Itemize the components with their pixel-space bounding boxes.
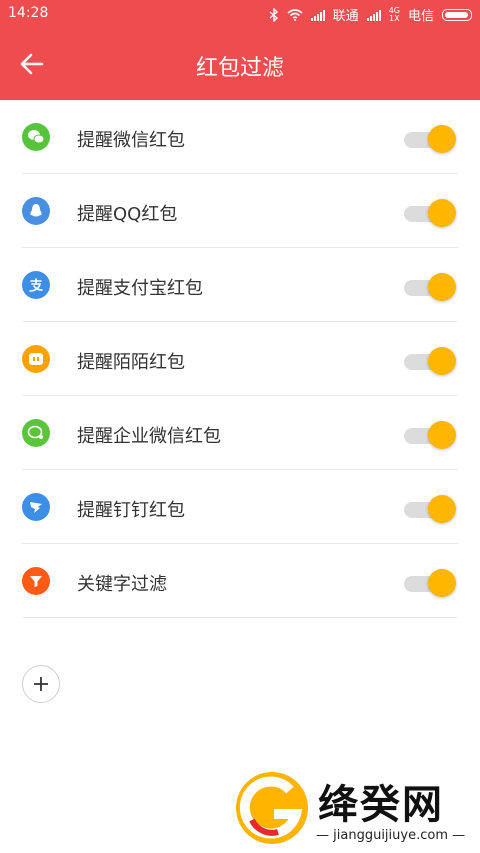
toggle-switch[interactable]: [404, 495, 456, 523]
status-bar: 14:28 联通 4G 1X 电信: [0, 0, 480, 28]
battery-icon: [442, 8, 472, 21]
page-title: 红包过滤: [195, 56, 284, 81]
signal-icon-2: [366, 9, 381, 21]
dingtalk-icon: [22, 493, 50, 521]
list-item-wechat: 提醒微信红包: [0, 100, 480, 174]
add-button[interactable]: [22, 665, 60, 703]
item-label: 提醒陌陌红包: [77, 352, 185, 373]
list-item-keyword-filter: 关键字过滤: [0, 544, 480, 618]
filter-list: 提醒微信红包 提醒QQ红包 提醒支付宝红包 提醒陌陌红包 提醒企业微信红包 提醒: [0, 100, 480, 618]
item-label: 关键字过滤: [77, 574, 167, 595]
signal-icon: [310, 9, 325, 21]
list-item-momo: 提醒陌陌红包: [0, 322, 480, 396]
wechat-icon: [22, 123, 50, 151]
item-label: 提醒支付宝红包: [77, 278, 203, 299]
status-time: 14:28: [8, 5, 49, 21]
plus-icon: [34, 677, 48, 691]
momo-icon: [22, 345, 50, 373]
filter-icon: [22, 567, 50, 595]
alipay-icon: [22, 271, 50, 299]
toggle-switch[interactable]: [404, 347, 456, 375]
network-type: 4G 1X: [388, 5, 400, 23]
toggle-switch[interactable]: [404, 199, 456, 227]
carrier-2: 电信: [407, 9, 434, 24]
bluetooth-icon: [269, 7, 278, 22]
qq-icon: [22, 197, 50, 225]
item-label: 提醒微信红包: [77, 130, 185, 151]
toggle-switch[interactable]: [404, 125, 456, 153]
list-item-dingtalk: 提醒钉钉红包: [0, 470, 480, 544]
carrier-1: 联通: [332, 9, 359, 24]
app-bar: 红包过滤: [0, 28, 480, 100]
list-item-qq: 提醒QQ红包: [0, 174, 480, 248]
watermark: 绛癸网 — jiangguijiuye.com —: [232, 768, 472, 850]
item-label: 提醒钉钉红包: [77, 500, 185, 521]
wifi-icon: [287, 8, 303, 21]
list-item-wework: 提醒企业微信红包: [0, 396, 480, 470]
list-item-alipay: 提醒支付宝红包: [0, 248, 480, 322]
wework-icon: [22, 419, 50, 447]
toggle-switch[interactable]: [404, 421, 456, 449]
item-label: 提醒QQ红包: [77, 204, 178, 225]
status-icons: 联通 4G 1X 电信: [269, 5, 472, 24]
toggle-switch[interactable]: [404, 569, 456, 597]
toggle-switch[interactable]: [404, 273, 456, 301]
item-label: 提醒企业微信红包: [77, 426, 221, 447]
watermark-name: 绛癸网: [318, 782, 444, 828]
watermark-url: — jiangguijiuye.com —: [316, 828, 466, 843]
watermark-logo: [236, 772, 308, 844]
